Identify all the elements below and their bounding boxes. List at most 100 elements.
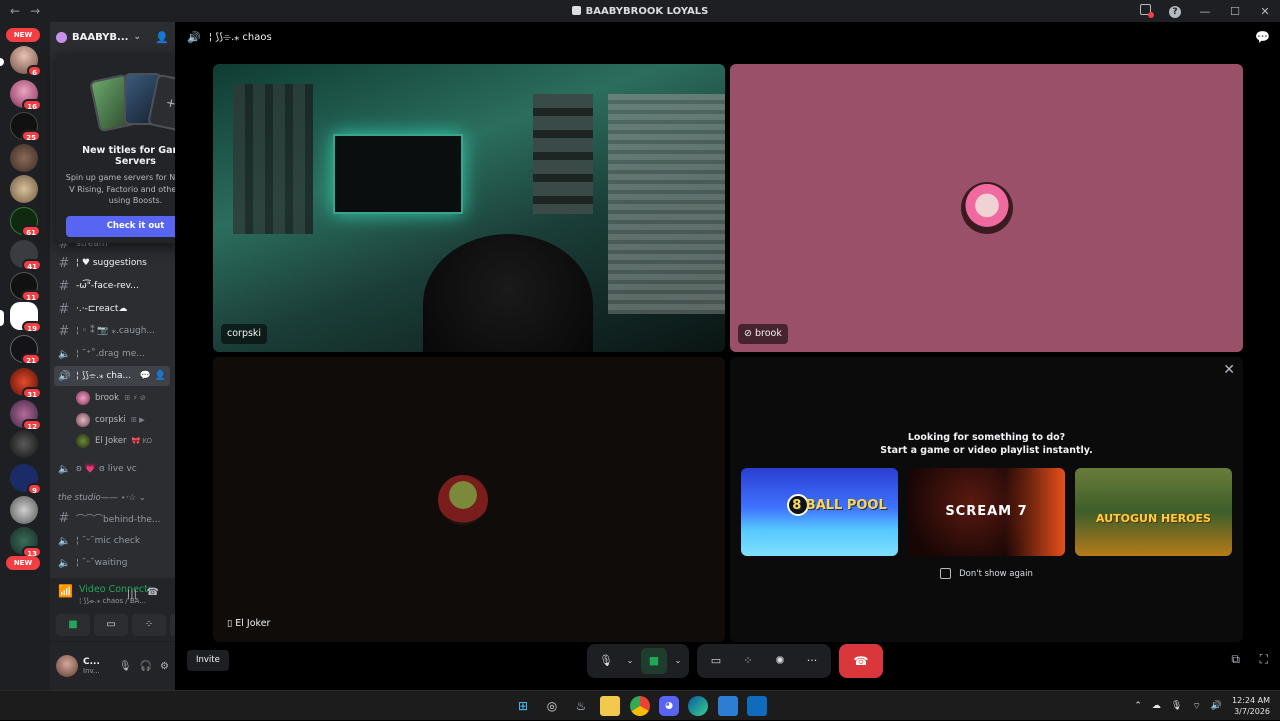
chrome-icon[interactable]	[630, 696, 650, 716]
new-badge-bottom: NEW	[6, 556, 40, 570]
channel-face-reveal[interactable]: # -ω͡͡"-face-rev...	[54, 276, 170, 296]
chat-bubble-icon[interactable]: 💬	[140, 371, 151, 381]
server-icon-8[interactable]: 11	[10, 272, 41, 302]
voice-member[interactable]: El Joker 🎀 KO	[76, 432, 170, 450]
chevron-up-icon[interactable]: ⌃	[1134, 701, 1142, 711]
server-icon-active[interactable]: 19	[10, 302, 42, 333]
server-icon-15[interactable]: 13	[10, 527, 42, 558]
server-icon-10[interactable]: 31	[10, 368, 42, 399]
activities-button[interactable]: ⁘	[132, 614, 166, 636]
server-icon-4[interactable]	[10, 144, 38, 172]
server-icon-12[interactable]	[10, 430, 38, 458]
server-icon-9[interactable]: 21	[10, 335, 41, 365]
dont-show-again-row[interactable]: Don't show again	[730, 568, 1243, 579]
voice-location[interactable]: ¦ ⟆⟆⌯.⁎ chaos / BA...	[79, 597, 151, 606]
voice-channel-mic-check[interactable]: 🔈 ¦ ˘ᵕ˘mic check	[54, 531, 170, 551]
server-icon-11[interactable]: 12	[10, 400, 42, 431]
poster-wall	[533, 94, 593, 214]
screen-share-button[interactable]: ▭	[94, 614, 128, 636]
end-call-button[interactable]: ☎	[839, 644, 883, 678]
video-tile-corpski[interactable]: corpski	[213, 64, 725, 352]
avatar[interactable]	[56, 655, 78, 677]
selected-pill	[0, 310, 4, 326]
add-member-icon[interactable]: 👤	[155, 371, 166, 381]
checkbox[interactable]	[940, 568, 952, 579]
video-tile-brook[interactable]: ⊘ brook	[730, 64, 1243, 352]
discord-icon[interactable]: ◕	[659, 696, 679, 716]
noise-suppression-icon[interactable]: |||	[127, 589, 137, 600]
file-explorer-icon[interactable]	[600, 696, 620, 716]
microphone-icon[interactable]: 🎙	[1171, 701, 1182, 711]
server-header[interactable]: BAABYB... ⌄ 👤	[50, 22, 175, 52]
server-icon-7[interactable]: 41	[10, 240, 42, 271]
channel-caught[interactable]: # ¦ ◦ ⁑ 📷 ⁎.caugh...	[54, 321, 170, 341]
server-icon-2[interactable]: 16	[10, 80, 42, 111]
clock[interactable]: 12:24 AM 3/7/2026	[1232, 695, 1270, 717]
close-icon[interactable]: ✕	[1223, 362, 1235, 378]
back-arrow-icon[interactable]: ←	[10, 4, 20, 18]
help-button[interactable]: ?	[1160, 4, 1190, 18]
screen-share-icon[interactable]: ▭	[703, 648, 729, 674]
stage-header: 🔊 ¦ ⟆⟆⌯.⁎ chaos 💬	[175, 22, 1280, 52]
voice-member[interactable]: corpski ꕥ ▶	[76, 411, 170, 429]
server-icon-3[interactable]: 25	[10, 112, 41, 142]
invite-button[interactable]: Invite	[187, 650, 229, 671]
channel-react[interactable]: # ·.·-⊏react☁︎	[54, 299, 170, 319]
minimize-button[interactable]: —	[1190, 5, 1220, 18]
game-card-scream-7[interactable]: SCREAM 7	[908, 468, 1065, 556]
chat-bubble-icon[interactable]: 💬	[1255, 30, 1270, 44]
headphones-icon[interactable]: 🎧	[140, 661, 152, 672]
game-card-8-ball-pool[interactable]: 8 BALL POOL	[741, 468, 898, 556]
inbox-button[interactable]	[1130, 4, 1160, 18]
chevron-down-icon[interactable]: ⌄	[673, 648, 683, 674]
fullscreen-icon[interactable]: ⛶	[1260, 652, 1268, 667]
voice-member[interactable]: brook ꕥ ⚡ ⊘	[76, 389, 170, 407]
server-icon-13[interactable]: 9	[10, 464, 42, 495]
channel-title: ¦ ⟆⟆⌯.⁎ chaos	[208, 31, 272, 43]
mail-icon[interactable]	[747, 696, 767, 716]
server-icon-1[interactable]: 6	[10, 46, 42, 77]
user-name[interactable]: C...	[83, 657, 100, 667]
steam-icon[interactable]: ♨	[571, 696, 591, 716]
forward-arrow-icon[interactable]: →	[30, 4, 40, 18]
category-studio[interactable]: the studio—— ⋆·☆ ⌄	[58, 493, 168, 503]
voice-channel-live-vc[interactable]: 🔈 ʚ 💗 ɞ live vc	[54, 459, 170, 479]
boost-gem-icon	[56, 31, 67, 43]
server-icon-5[interactable]	[10, 175, 38, 203]
volume-icon[interactable]: 🔊	[1211, 701, 1222, 711]
chevron-down-icon[interactable]: ⌄	[625, 648, 635, 674]
server-icon-6[interactable]: 61	[10, 207, 41, 237]
start-icon[interactable]: ⊞	[513, 696, 533, 716]
camera-toggle-button[interactable]: ■	[56, 614, 90, 636]
video-tile-el-joker[interactable]: ▯ El Joker	[213, 357, 725, 642]
activity-heading: Looking for something to do? Start a gam…	[880, 432, 1093, 456]
server-icon-14[interactable]	[10, 496, 38, 524]
voice-channel-drag-me[interactable]: 🔈 ¦ ˘⁺˚.drag me...	[54, 344, 170, 364]
invite-people-icon[interactable]: 👤	[155, 31, 169, 44]
microphone-icon[interactable]: 🎙	[593, 648, 619, 674]
edge-icon[interactable]	[688, 696, 708, 716]
microphone-icon[interactable]: 🎙	[119, 661, 132, 672]
activities-icon[interactable]: ⁘	[735, 648, 761, 674]
store-icon[interactable]	[718, 696, 738, 716]
more-options-icon[interactable]: ···	[799, 648, 825, 674]
disconnect-icon[interactable]: ☎	[147, 587, 159, 598]
channel-behind-the-scenes[interactable]: # ⌒⌒⌒behind-the...	[54, 508, 170, 528]
game-card-autogun-heroes[interactable]: AUTOGUN HEROES	[1075, 468, 1232, 556]
voice-status[interactable]: Video Connected	[79, 584, 151, 595]
camera-icon[interactable]: ■	[641, 648, 667, 674]
channel-suggestions[interactable]: # ¦ ♥︎ suggestions	[54, 253, 170, 273]
participant-name: corpski	[221, 324, 268, 344]
voice-channel-chaos[interactable]: 🔊 ¦ ⟆⟆⌯.⁎ cha... 💬 👤	[54, 366, 170, 386]
close-window-button[interactable]: ✕	[1250, 5, 1280, 18]
popout-icon[interactable]: ⧉	[1231, 652, 1240, 667]
wifi-icon[interactable]: ⌔	[1192, 701, 1200, 712]
app-icon[interactable]: ◎	[542, 696, 562, 716]
gear-icon[interactable]: ⚙	[160, 661, 169, 672]
soundboard-icon[interactable]: ✺	[767, 648, 793, 674]
voice-channel-waiting[interactable]: 🔈 ¦ ˘ᵕ˘waiting	[54, 553, 170, 573]
maximize-button[interactable]: ☐	[1220, 5, 1250, 18]
signal-strength-icon[interactable]: 📶	[58, 584, 73, 598]
user-status: Inv...	[83, 667, 100, 675]
cloud-icon[interactable]: ☁	[1152, 701, 1161, 711]
